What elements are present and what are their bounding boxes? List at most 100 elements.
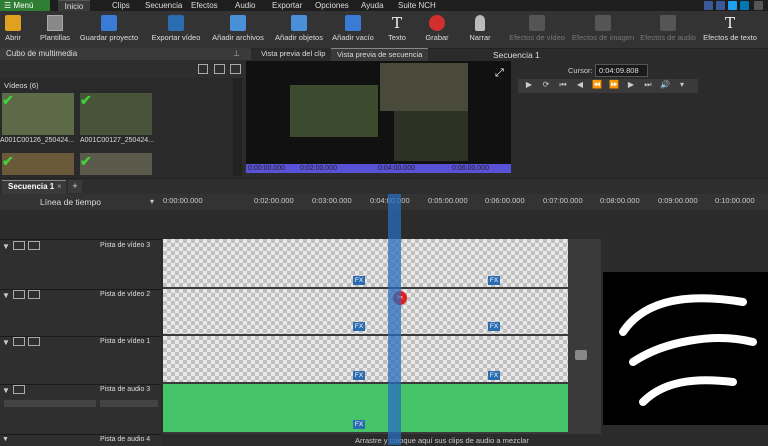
pan-slider[interactable] bbox=[100, 400, 158, 407]
track-lane-video-1[interactable]: FX FX bbox=[163, 336, 601, 384]
anadir-archivos-button[interactable]: Añadir archivos bbox=[211, 13, 265, 47]
volume-slider[interactable] bbox=[4, 400, 96, 407]
cursor-time-field[interactable]: 0:04:09.808 bbox=[595, 64, 648, 77]
tab-ayuda[interactable]: Ayuda bbox=[355, 0, 390, 11]
fx-badge[interactable]: FX bbox=[488, 371, 500, 380]
sequence-preview-screen[interactable] bbox=[246, 61, 511, 164]
fx-badge[interactable]: FX bbox=[488, 276, 500, 285]
abrir-label: Abrir bbox=[5, 33, 21, 42]
checkmark-icon: ✔ bbox=[80, 153, 92, 169]
group-icon[interactable] bbox=[28, 290, 40, 299]
trash-icon[interactable] bbox=[198, 64, 208, 74]
video-clip[interactable] bbox=[163, 239, 568, 287]
track-lane-audio-3[interactable]: FX bbox=[163, 384, 601, 434]
chevron-down-icon[interactable]: ▾ bbox=[150, 197, 154, 206]
exportar-video-button[interactable]: Exportar vídeo bbox=[150, 13, 202, 47]
texto-button[interactable]: T Texto bbox=[383, 13, 411, 47]
linkedin-icon[interactable] bbox=[740, 1, 749, 10]
narrar-button[interactable]: Narrar bbox=[466, 13, 494, 47]
sequence-title: Secuencia 1 bbox=[493, 50, 540, 60]
preview-frame-left bbox=[290, 85, 378, 137]
videos-section-label: Vídeos (6) bbox=[4, 81, 39, 90]
step-forward-icon[interactable]: ⏩ bbox=[607, 80, 621, 92]
skip-end-icon[interactable]: ⏭ bbox=[641, 80, 655, 92]
add-sequence-button[interactable]: + bbox=[68, 180, 82, 193]
ruler-tick: 0:00:00.000 bbox=[163, 196, 203, 205]
main-menu-button[interactable]: ☰ Menú bbox=[0, 0, 50, 11]
chevron-down-icon[interactable]: ▾ bbox=[675, 80, 689, 92]
preview-frame-bottom bbox=[394, 111, 468, 161]
scrub-tick: 0:02:00.000 bbox=[300, 165, 337, 172]
eye-icon[interactable] bbox=[13, 241, 25, 250]
fx-badge[interactable]: FX bbox=[353, 371, 365, 380]
video-clip[interactable] bbox=[163, 289, 568, 334]
efectos-video-button[interactable]: Efectos de vídeo bbox=[509, 13, 565, 47]
fx-badge[interactable]: FX bbox=[353, 322, 365, 331]
speaker-icon[interactable] bbox=[13, 385, 25, 394]
tab-sequence-preview[interactable]: Vista previa de secuencia bbox=[331, 48, 429, 61]
tab-exportar[interactable]: Exportar bbox=[266, 0, 308, 11]
save-icon bbox=[101, 15, 117, 31]
tab-opciones[interactable]: Opciones bbox=[309, 0, 355, 11]
volume-icon[interactable]: 🔊 bbox=[658, 80, 672, 92]
skip-start-icon[interactable]: ⏮ bbox=[556, 80, 570, 92]
playhead[interactable] bbox=[388, 194, 401, 445]
texto-label: Texto bbox=[388, 33, 406, 42]
fullscreen-icon[interactable]: ⤢ bbox=[495, 67, 504, 80]
collapse-icon[interactable]: ▼ bbox=[2, 338, 10, 347]
collapse-icon[interactable]: ▼ bbox=[2, 291, 10, 300]
track-lane-video-3[interactable]: FX FX bbox=[163, 239, 601, 289]
abrir-button[interactable]: Abrir bbox=[2, 13, 24, 47]
collapse-icon[interactable]: ▼ bbox=[2, 436, 9, 443]
tab-efectos[interactable]: Efectos bbox=[185, 0, 224, 11]
twitter-icon[interactable] bbox=[728, 1, 737, 10]
audio-clip[interactable] bbox=[163, 384, 568, 432]
track-lane-video-2[interactable]: FX FX ✂ bbox=[163, 289, 601, 336]
plantillas-button[interactable]: Plantillas bbox=[38, 13, 72, 47]
group-icon[interactable] bbox=[28, 337, 40, 346]
efectos-audio-button[interactable]: Efectos de audio bbox=[640, 13, 696, 47]
video-clip[interactable] bbox=[163, 336, 568, 382]
facebook-icon[interactable] bbox=[716, 1, 725, 10]
fx-badge[interactable]: FX bbox=[353, 420, 365, 429]
plantillas-label: Plantillas bbox=[39, 33, 70, 42]
efectos-texto-button[interactable]: T Efectos de texto bbox=[702, 13, 758, 47]
anadir-vacio-button[interactable]: Añadir vacío bbox=[330, 13, 376, 47]
tab-suite-nch[interactable]: Suite NCH bbox=[392, 0, 442, 11]
help-icon[interactable] bbox=[754, 1, 763, 10]
guardar-proyecto-button[interactable]: Guardar proyecto bbox=[79, 13, 139, 47]
eye-icon[interactable] bbox=[13, 337, 25, 346]
new-folder-icon[interactable] bbox=[214, 64, 225, 74]
anadir-vacio-label: Añadir vacío bbox=[332, 33, 374, 42]
tab-clip-preview[interactable]: Vista previa del clip bbox=[255, 48, 332, 60]
cursor-label: Cursor: bbox=[568, 66, 593, 75]
group-icon[interactable] bbox=[28, 241, 40, 250]
record-icon bbox=[429, 15, 445, 31]
ruler-tick: 0:10:00.000 bbox=[715, 196, 755, 205]
anadir-objetos-button[interactable]: Añadir objetos bbox=[272, 13, 326, 47]
media-clip-label: A001C00126_250424... bbox=[0, 137, 74, 144]
close-icon[interactable]: × bbox=[57, 182, 62, 191]
grabar-button[interactable]: Grabar bbox=[423, 13, 451, 47]
fx-badge[interactable]: FX bbox=[488, 322, 500, 331]
collapse-icon[interactable]: ▼ bbox=[2, 242, 10, 251]
tab-secuencia[interactable]: Secuencia bbox=[139, 0, 188, 11]
loop-icon[interactable]: ⟳ bbox=[539, 80, 553, 92]
fx-badge[interactable]: FX bbox=[353, 276, 365, 285]
prev-frame-icon[interactable]: ◀ bbox=[573, 80, 587, 92]
scrub-tick: 0:00:00.000 bbox=[248, 165, 285, 172]
list-view-icon[interactable] bbox=[230, 64, 241, 74]
eye-icon[interactable] bbox=[13, 290, 25, 299]
media-bin-scrollbar[interactable] bbox=[233, 78, 242, 176]
media-bin-title: Cubo de multimedia bbox=[6, 49, 78, 58]
text-effects-icon: T bbox=[724, 14, 735, 32]
collapse-icon[interactable]: ▼ bbox=[2, 386, 10, 395]
efectos-imagen-button[interactable]: Efectos de imagen bbox=[572, 13, 634, 47]
tab-clips[interactable]: Clips bbox=[106, 0, 136, 11]
next-frame-icon[interactable]: ▶ bbox=[624, 80, 638, 92]
tab-audio[interactable]: Audio bbox=[229, 0, 261, 11]
pin-icon[interactable]: ⊥ bbox=[233, 49, 241, 58]
step-back-icon[interactable]: ⏪ bbox=[590, 80, 604, 92]
play-icon[interactable]: ▶ bbox=[522, 80, 536, 92]
like-icon[interactable] bbox=[704, 1, 713, 10]
